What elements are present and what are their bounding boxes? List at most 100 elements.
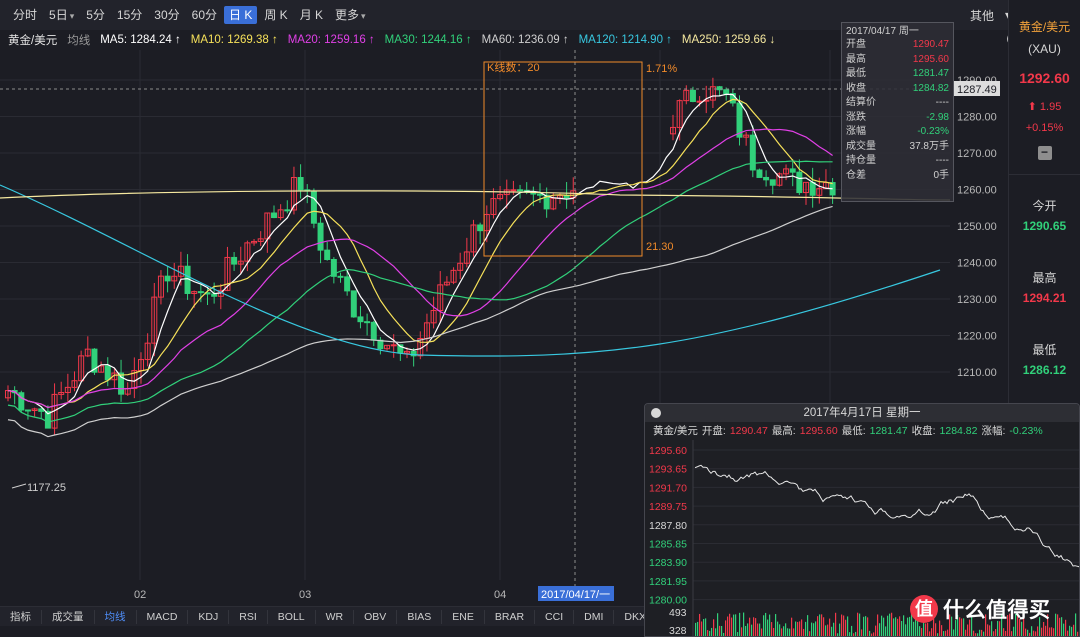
info-row: 持仓量 ---- xyxy=(846,154,949,169)
indicator-tab[interactable]: 成交量 xyxy=(42,609,95,624)
indicator-tab[interactable]: MACD xyxy=(137,609,189,624)
high-value: 1294.21 xyxy=(1022,291,1067,305)
indicator-tab[interactable]: BOLL xyxy=(268,609,316,624)
volume-bar xyxy=(853,633,855,636)
indicator-tab[interactable]: CCI xyxy=(535,609,575,624)
period-tab-9[interactable]: 更多 ▾ xyxy=(330,6,371,24)
info-row: 仓差 0手 xyxy=(846,169,949,184)
volume-bar xyxy=(869,630,871,636)
candle-body xyxy=(789,168,796,173)
period-tab-7[interactable]: 周 K xyxy=(259,6,292,24)
intraday-quote: 黄金/美元 开盘: 1290.47 最高: 1295.60 最低: 1281.47 收… xyxy=(645,422,1079,440)
candle-body xyxy=(18,392,25,411)
indicator-tab[interactable]: ENE xyxy=(442,609,485,624)
volume-bar xyxy=(893,618,895,636)
volume-bar xyxy=(727,616,729,636)
candle-body xyxy=(24,409,31,412)
indicator-tab[interactable]: 指标 xyxy=(0,609,42,624)
indicator-tab[interactable]: WR xyxy=(316,609,355,624)
volume-bar xyxy=(943,631,945,636)
info-value: -0.23% xyxy=(917,126,949,137)
volume-bar xyxy=(695,622,697,636)
volume-bar xyxy=(981,629,983,636)
info-row: 收盘 1284.82 xyxy=(846,82,949,97)
volume-bar xyxy=(783,626,785,636)
volume-bar xyxy=(811,622,813,636)
indicator-tab[interactable]: 均线 xyxy=(95,609,137,624)
ma-legend-item: MA60: 1236.09 ↑ xyxy=(481,34,569,46)
indicator-mode[interactable]: 均线 xyxy=(67,32,90,48)
info-key: 开盘 xyxy=(846,39,866,50)
high-val: 1295.60 xyxy=(799,425,838,437)
indicator-tabs: 指标 成交量 均线 MACD KDJ RSI BOLL WR OBV BIAS ENE BRAR CCI… xyxy=(0,606,715,626)
intraday-symbol: 黄金/美元 xyxy=(653,425,698,437)
indicator-tab[interactable]: DMI xyxy=(574,609,615,624)
volume-bar xyxy=(895,617,897,636)
info-key: 结算价 xyxy=(846,97,876,108)
volume-bar xyxy=(913,621,915,636)
volume-bar xyxy=(803,628,805,636)
volume-bar xyxy=(1061,617,1063,636)
y-tick-label: 1220.00 xyxy=(957,331,997,343)
info-key: 仓差 xyxy=(846,169,866,181)
candle-body xyxy=(756,169,763,178)
period-tab-3[interactable]: 15分 xyxy=(112,6,147,24)
watermark: 值 什么值得买 xyxy=(910,594,1051,624)
candle-body xyxy=(763,176,770,181)
volume-bar xyxy=(927,622,929,636)
collapse-button[interactable]: − xyxy=(1037,146,1052,160)
window-title-text: 2017年4月17日 星期一 xyxy=(803,407,921,419)
quote-name: 黄金/美元 xyxy=(1018,20,1071,34)
period-tab-1[interactable]: 5日 ▾ xyxy=(44,6,79,24)
volume-tick: 328 xyxy=(669,625,687,637)
info-row: 最低 1281.47 xyxy=(846,67,949,82)
volume-bar xyxy=(1067,630,1069,636)
bar-info-box: 2017/04/17 周一 开盘 1290.47 最高 1295.60 最低 1281.4… xyxy=(841,22,954,202)
crosshair-date: 2017/04/17/一 xyxy=(541,589,610,601)
volume-bar xyxy=(937,633,939,636)
indicator-tab[interactable]: OBV xyxy=(354,609,398,624)
volume-bar xyxy=(1005,630,1007,636)
period-tab-5[interactable]: 60分 xyxy=(187,6,222,24)
volume-bar xyxy=(1057,614,1059,636)
volume-bar xyxy=(845,619,847,636)
indicator-tab[interactable]: BRAR xyxy=(485,609,536,624)
intraday-y-tick: 1287.80 xyxy=(649,520,687,532)
volume-bar xyxy=(699,613,701,636)
other-menu[interactable]: 其他 xyxy=(970,7,994,24)
period-tab-8[interactable]: 月 K xyxy=(295,6,328,24)
range-box xyxy=(483,61,643,257)
volume-bar xyxy=(815,621,817,636)
volume-bar xyxy=(1075,613,1077,636)
period-tab-0[interactable]: 分时 xyxy=(8,6,42,24)
caret-down-icon: ▾ xyxy=(361,11,366,21)
window-close-button[interactable] xyxy=(651,408,661,418)
indicator-tab[interactable]: BIAS xyxy=(397,609,443,624)
crosshair-price: 1287.49 xyxy=(957,84,997,96)
volume-bar xyxy=(931,628,933,636)
volume-bar xyxy=(733,614,735,636)
volume-bar xyxy=(1055,613,1057,636)
volume-bar xyxy=(807,615,809,636)
volume-bar xyxy=(705,618,707,636)
candle-body xyxy=(310,190,317,224)
volume-bar xyxy=(787,628,789,636)
low-value: 1286.12 xyxy=(1022,363,1067,377)
volume-bar xyxy=(1065,619,1067,636)
volume-bar xyxy=(967,624,969,636)
indicator-tab[interactable]: KDJ xyxy=(188,609,230,624)
candle-body xyxy=(324,249,331,260)
period-tab-4[interactable]: 30分 xyxy=(149,6,184,24)
volume-bar xyxy=(855,631,857,636)
info-row: 成交量 37.8万手 xyxy=(846,140,949,155)
period-tab-6[interactable]: 日 K xyxy=(224,6,258,24)
indicator-tab[interactable]: RSI xyxy=(229,609,268,624)
intraday-price-line xyxy=(694,464,1079,568)
candle-body xyxy=(297,177,304,191)
volume-bar xyxy=(719,625,721,636)
candle-body xyxy=(477,224,484,232)
volume-bar xyxy=(771,622,773,636)
ma-legend-item: MA30: 1244.16 ↑ xyxy=(384,34,472,46)
period-tab-2[interactable]: 5分 xyxy=(81,6,110,24)
volume-bar xyxy=(865,616,867,636)
